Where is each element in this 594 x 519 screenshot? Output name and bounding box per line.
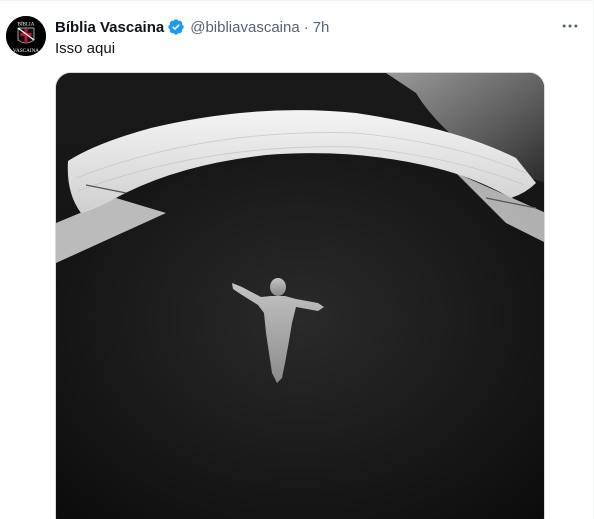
tweet-media-image[interactable]	[55, 72, 545, 519]
avatar-text-top: BÍBLIA	[18, 22, 35, 28]
tweet-header: Bíblia Vascaina @bibliavascaina · 7h	[55, 16, 329, 38]
tweet-view: BÍBLIA VASCAINA Bíblia Vascaina @bibliav…	[0, 0, 594, 519]
timestamp[interactable]: 7h	[313, 19, 330, 36]
top-divider	[0, 0, 594, 1]
more-options-icon[interactable]	[560, 16, 580, 36]
avatar-text-bottom: VASCAINA	[13, 48, 39, 54]
vasco-avatar-icon: BÍBLIA VASCAINA	[6, 16, 46, 56]
jersey-photo-icon	[56, 73, 544, 519]
display-name[interactable]: Bíblia Vascaina	[55, 19, 164, 36]
tweet-text: Isso aqui	[55, 40, 116, 57]
dot-separator: ·	[303, 18, 309, 36]
verified-badge-icon[interactable]	[167, 18, 185, 36]
user-handle[interactable]: @bibliavascaina	[190, 19, 299, 36]
avatar[interactable]: BÍBLIA VASCAINA	[6, 16, 46, 56]
